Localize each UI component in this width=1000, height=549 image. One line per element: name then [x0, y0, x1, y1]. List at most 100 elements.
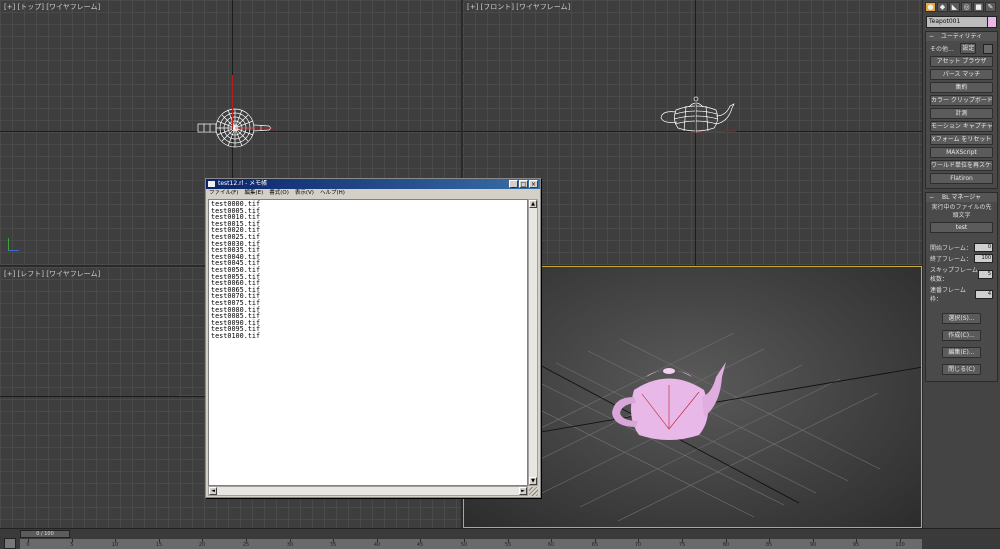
timeline-tick-label: 85	[765, 542, 773, 548]
reset-xform-button[interactable]: Xフォーム をリセット	[930, 134, 993, 145]
asset-browser-button[interactable]: アセット ブラウザ	[930, 56, 993, 67]
timeline-tick-label: 55	[504, 542, 512, 548]
timeline-tick-label: 95	[852, 542, 860, 548]
viewport-front-label: [+] [フロント] [ワイヤフレーム]	[467, 3, 571, 11]
scroll-left-icon[interactable]: ◄	[209, 487, 217, 495]
prefix-input[interactable]: test	[930, 222, 993, 233]
maxscript-button[interactable]: MAXScript	[930, 147, 993, 158]
window-controls: _ □ ×	[509, 180, 538, 188]
menu-format[interactable]: 書式(O)	[269, 189, 289, 198]
utilities-tab-icon[interactable]: ✎	[985, 2, 996, 12]
color-clipboard-button[interactable]: カラー クリップボード	[930, 95, 993, 106]
digits-row: 連番フレーム枠： 4	[930, 285, 993, 303]
timeline-tick-label: 45	[416, 542, 424, 548]
teapot-top-wireframe[interactable]	[195, 100, 275, 156]
digits-label: 連番フレーム枠：	[930, 287, 966, 303]
create-tab-icon[interactable]: ●	[925, 2, 936, 12]
time-slider[interactable]: 0 / 100	[20, 530, 70, 538]
object-name-field[interactable]: Teapot001	[926, 16, 997, 28]
notepad-window: test12.rl - メモ帳 _ □ × ファイル(F) 編集(E) 書式(O…	[205, 178, 541, 498]
rescale-world-units-button[interactable]: ワールド単位を再スケール	[930, 160, 993, 171]
vertical-scrollbar[interactable]: ▲ ▼	[528, 199, 538, 486]
timeline: 0 / 100 0 5 10 15 20 25 30 35 40 45 50 55 60 65 70 75 80…	[0, 528, 1000, 549]
more-button[interactable]: その他...	[930, 44, 954, 53]
batch-rollout: − BL マネージャ 実行中のファイルの先頭文字 test 開始フレーム： 0 終…	[925, 192, 998, 382]
object-name-text: Teapot001	[929, 18, 961, 25]
close-button[interactable]: 閉じる(C)	[942, 364, 981, 375]
pivot-marker-left	[178, 395, 206, 396]
horizontal-scrollbar[interactable]: ◄ ►	[208, 486, 528, 496]
skip-frame-row: スキップフレーム枚数： 5	[930, 265, 993, 283]
utilities-rollout: − ユーティリティ その他... 設定 アセット ブラウザ パース マッチ 集約 …	[925, 31, 998, 189]
digits-spinner[interactable]: 4	[974, 289, 993, 299]
end-frame-label: 終了フレーム：	[930, 256, 972, 263]
menu-view[interactable]: 表示(V)	[295, 189, 314, 198]
scroll-up-icon[interactable]: ▲	[529, 200, 537, 208]
notepad-title: test12.rl - メモ帳	[218, 180, 268, 187]
teapot-front-wireframe[interactable]	[656, 94, 738, 138]
batch-rollout-title[interactable]: − BL マネージャ	[926, 193, 997, 202]
motion-tab-icon[interactable]: ◎	[961, 2, 972, 12]
resize-grip-icon[interactable]	[529, 487, 538, 496]
timeline-tick-label: 90	[809, 542, 817, 548]
command-panel-tabs: ● ◆ ◣ ◎ ■ ✎	[923, 0, 1000, 14]
pivot-marker-front	[695, 105, 696, 133]
collapse-button[interactable]: 集約	[930, 82, 993, 93]
scroll-down-icon[interactable]: ▼	[529, 477, 537, 485]
timeline-tick-label: 30	[286, 542, 294, 548]
text-line: test0100.tif	[211, 331, 261, 340]
viewport-top-label: [+] [トップ] [ワイヤフレーム]	[4, 3, 101, 11]
timeline-tick-label: 65	[591, 542, 599, 548]
menu-edit[interactable]: 編集(E)	[244, 189, 263, 198]
timeline-tick-label: 60	[547, 542, 555, 548]
timeline-tick-label: 75	[678, 542, 686, 548]
utilities-rollout-title[interactable]: − ユーティリティ	[926, 32, 997, 41]
viewport-left-label: [+] [レフト] [ワイヤフレーム]	[4, 270, 101, 278]
timeline-tick-label: 70	[634, 542, 642, 548]
skip-frame-label: スキップフレーム枚数：	[930, 267, 978, 283]
notepad-app-icon	[208, 181, 215, 187]
timeline-tick-label: 0	[26, 542, 30, 548]
notepad-menubar: ファイル(F) 編集(E) 書式(O) 表示(V) ヘルプ(H)	[206, 189, 540, 198]
start-frame-row: 開始フレーム： 0	[930, 243, 993, 252]
create-button[interactable]: 作成(C)...	[942, 330, 981, 341]
notepad-titlebar[interactable]: test12.rl - メモ帳 _ □ ×	[206, 179, 540, 189]
sets-button[interactable]: 設定	[960, 43, 977, 54]
timeline-tick-label: 40	[373, 542, 381, 548]
prefix-caption: 実行中のファイルの先頭文字	[931, 204, 992, 219]
modify-tab-icon[interactable]: ◆	[937, 2, 948, 12]
start-frame-spinner[interactable]: 0	[974, 243, 993, 252]
axis-tripod-top	[8, 238, 19, 251]
timeline-tick-label: 15	[155, 542, 163, 548]
timeline-tick-label: 5	[70, 542, 74, 548]
object-color-swatch[interactable]	[987, 16, 997, 28]
close-icon[interactable]: ×	[529, 180, 538, 188]
menu-file[interactable]: ファイル(F)	[209, 189, 238, 198]
timeline-tick-label: 50	[460, 542, 468, 548]
measure-button[interactable]: 計測	[930, 108, 993, 119]
timeline-tick-label: 80	[722, 542, 730, 548]
pivot-marker-top	[232, 75, 233, 130]
select-button[interactable]: 選択(S)...	[942, 313, 981, 324]
command-panel: ● ◆ ◣ ◎ ■ ✎ Teapot001 − ユーティリティ その他... 設定…	[922, 0, 1000, 528]
menu-help[interactable]: ヘルプ(H)	[320, 189, 345, 198]
edit-button[interactable]: 編集(E)...	[942, 347, 981, 358]
configure-sets-icon[interactable]	[982, 43, 993, 54]
timeline-tick-label: 100	[895, 542, 905, 548]
scroll-right-icon[interactable]: ►	[519, 487, 527, 495]
notepad-text-area[interactable]: test0000.tif test0005.tif test0010.tif test…	[208, 199, 528, 486]
timeline-toggle-icon[interactable]	[4, 538, 16, 549]
timeline-tick-label: 35	[329, 542, 337, 548]
hierarchy-tab-icon[interactable]: ◣	[949, 2, 960, 12]
minimize-icon[interactable]: _	[509, 180, 518, 188]
motion-capture-button[interactable]: モーション キャプチャ	[930, 121, 993, 132]
display-tab-icon[interactable]: ■	[973, 2, 984, 12]
maximize-icon[interactable]: □	[519, 180, 528, 188]
skip-frame-spinner[interactable]: 5	[978, 269, 993, 279]
flatiron-button[interactable]: Flatiron	[930, 173, 993, 184]
perspective-match-button[interactable]: パース マッチ	[930, 69, 993, 80]
timeline-tick-label: 25	[242, 542, 250, 548]
start-frame-label: 開始フレーム：	[930, 245, 972, 252]
end-frame-spinner[interactable]: 100	[974, 254, 993, 263]
timeline-tick-label: 10	[111, 542, 119, 548]
